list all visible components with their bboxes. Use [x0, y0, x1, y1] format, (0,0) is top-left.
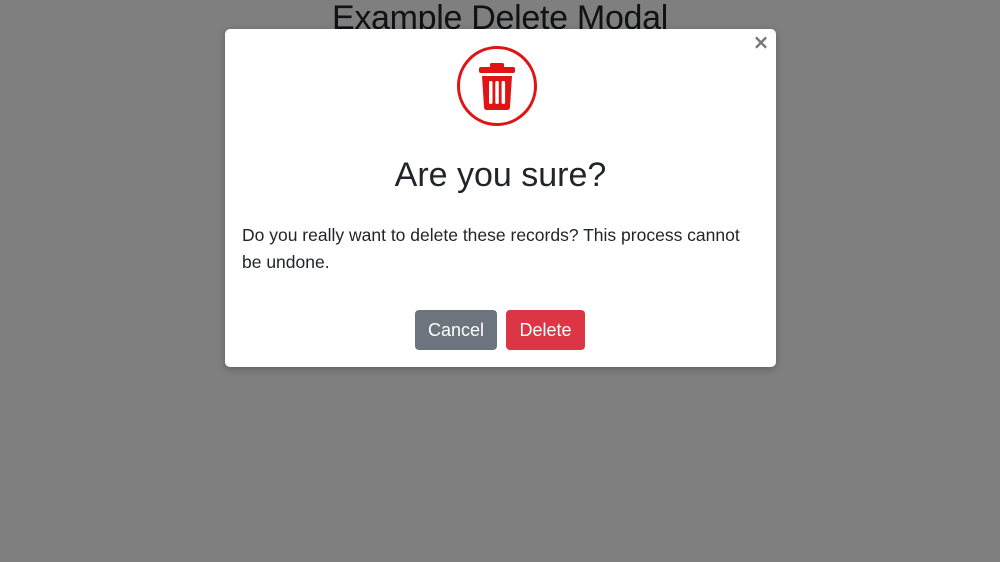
delete-modal: × Are you sure? Do you really want to de… — [225, 29, 776, 367]
modal-message: Do you really want to delete these recor… — [242, 225, 740, 272]
close-button[interactable]: × — [750, 31, 772, 53]
page: Example Delete Modal × Are you sure? Do … — [0, 0, 1000, 562]
cancel-button[interactable]: Cancel — [415, 310, 497, 350]
trash-icon-graphic — [479, 63, 515, 110]
delete-button[interactable]: Delete — [506, 310, 585, 350]
modal-title: Are you sure? — [394, 156, 607, 194]
trash-icon — [457, 46, 537, 126]
